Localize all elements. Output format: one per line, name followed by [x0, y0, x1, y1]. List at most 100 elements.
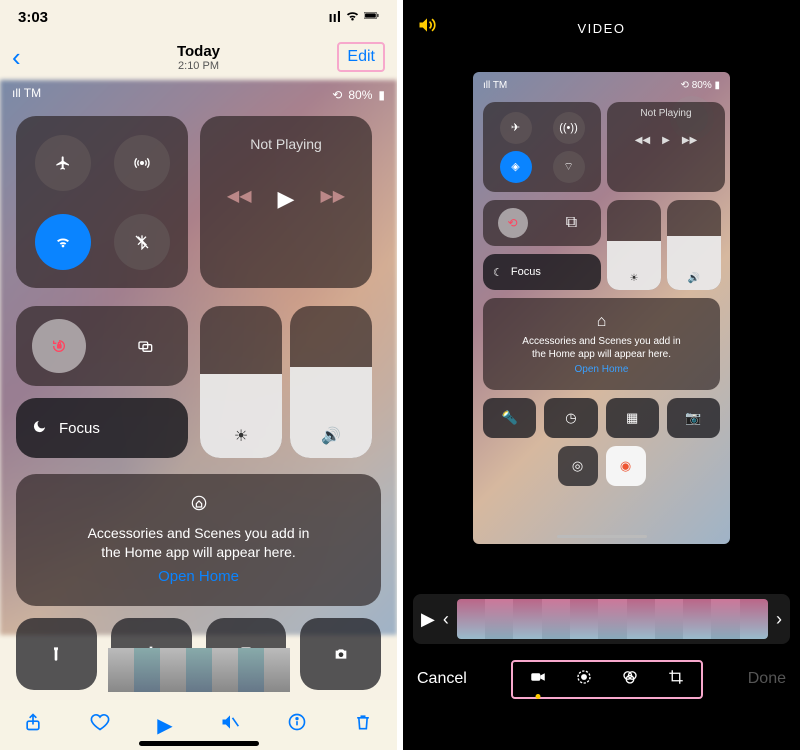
scrub-play-button[interactable]: ▶: [421, 609, 435, 630]
wifi-icon: [345, 8, 360, 27]
adjust-tab[interactable]: [575, 668, 593, 691]
video-edit-screen: VIDEO ıll TM ⟲ 80% ▮ ✈ ((•)) ◈ ⌔ Not Pla…: [403, 0, 800, 750]
video-scrubber[interactable]: ▶ ‹ ›: [413, 594, 790, 644]
mini-calculator-icon: ▦: [606, 398, 659, 438]
home-icon: [191, 495, 207, 516]
mode-label: VIDEO: [578, 21, 626, 36]
airplane-mode-toggle[interactable]: [35, 135, 91, 191]
edit-mode-tabs: [511, 660, 703, 699]
mini-utility-row-2: ◎ ◉: [483, 446, 720, 486]
connectivity-tile: [16, 116, 188, 288]
thumbnail[interactable]: [134, 648, 160, 692]
status-bar: 3:03 ııl: [0, 0, 397, 34]
moon-icon: [32, 419, 47, 438]
mini-cc-status: ıll TM ⟲ 80% ▮: [473, 80, 730, 91]
home-text-2: the Home app will appear here.: [101, 543, 296, 562]
cellular-data-toggle[interactable]: [114, 135, 170, 191]
speaker-icon: 🔊: [321, 426, 341, 446]
focus-button[interactable]: Focus: [16, 398, 188, 458]
edit-video-preview[interactable]: ıll TM ⟲ 80% ▮ ✈ ((•)) ◈ ⌔ Not Playing ◀…: [473, 72, 730, 544]
trim-handle-left[interactable]: ‹: [443, 609, 449, 630]
play-icon[interactable]: ▶: [278, 186, 295, 212]
battery-icon: [364, 8, 379, 27]
filters-tab[interactable]: [621, 668, 639, 691]
wifi-toggle[interactable]: [35, 214, 91, 270]
thumbnail[interactable]: [264, 648, 290, 692]
mini-timer-icon: ◷: [544, 398, 597, 438]
trim-handle-right[interactable]: ›: [776, 609, 782, 630]
audio-toggle-button[interactable]: [417, 15, 437, 41]
info-button[interactable]: [287, 712, 307, 738]
brightness-slider[interactable]: ☀: [200, 306, 282, 458]
header-title-group: Today 2:10 PM: [177, 43, 220, 72]
mini-battery-pct: 80%: [692, 80, 712, 91]
status-indicators: ııl: [328, 8, 379, 27]
video-preview[interactable]: ıll TM ⟲ 80% ▮ Not Playing ◀◀ ▶ ▶▶: [0, 80, 397, 635]
mini-home-indicator: [557, 535, 647, 538]
mini-focus-label: Focus: [511, 266, 541, 278]
cancel-button[interactable]: Cancel: [417, 670, 467, 688]
mini-media-tile: Not Playing ◀◀▶▶▶: [607, 102, 725, 192]
crop-tab[interactable]: [667, 668, 685, 691]
mini-utility-row: 🔦 ◷ ▦ 📷: [483, 398, 720, 438]
mini-focus-tile: ☾ Focus: [483, 254, 601, 290]
thumbnail[interactable]: [108, 648, 134, 692]
mini-open-home: Open Home: [575, 364, 629, 375]
forward-icon[interactable]: ▶▶: [320, 186, 345, 212]
mini-speaker-icon: 🔊: [688, 273, 700, 284]
cc-battery-icon: ▮: [378, 88, 385, 102]
mini-brightness-slider: ☀: [607, 200, 661, 290]
lock-mirror-tile: [16, 306, 188, 386]
mini-sun-icon: ☀: [630, 273, 639, 284]
rewind-icon[interactable]: ◀◀: [227, 186, 252, 212]
orientation-lock-button[interactable]: [32, 319, 86, 373]
thumbnail[interactable]: [212, 648, 238, 692]
mini-volume-slider: 🔊: [667, 200, 721, 290]
trash-button[interactable]: [353, 712, 373, 738]
screen-mirroring-button[interactable]: [102, 306, 188, 386]
media-tile[interactable]: Not Playing ◀◀ ▶ ▶▶: [200, 116, 372, 288]
home-indicator[interactable]: [139, 741, 259, 746]
thumbnail[interactable]: [238, 648, 264, 692]
cc-carrier: TM: [24, 86, 41, 100]
mini-now-playing: Not Playing: [613, 108, 719, 119]
play-button[interactable]: ▶: [157, 713, 172, 738]
video-tab[interactable]: [529, 668, 547, 691]
edit-header: VIDEO: [403, 0, 800, 56]
lock-rotation-icon: ⟲: [332, 88, 342, 102]
photos-app-screen: 3:03 ııl ‹ Today 2:10 PM Edit ıll TM ⟲ 8…: [0, 0, 403, 750]
volume-slider[interactable]: 🔊: [290, 306, 372, 458]
status-time: 3:03: [18, 9, 48, 26]
mini-bluetooth-icon: ⌔: [553, 151, 585, 183]
thumbnail[interactable]: [160, 648, 186, 692]
thumbnail[interactable]: [186, 648, 212, 692]
focus-label: Focus: [59, 420, 100, 437]
home-tile[interactable]: Accessories and Scenes you add in the Ho…: [16, 474, 381, 606]
mini-orientation-lock-icon: ⟲: [498, 208, 528, 238]
mini-moon-icon: ☾: [493, 266, 503, 279]
mini-forward-icon: ▶▶: [682, 135, 697, 146]
mini-home-icon: ⌂: [597, 313, 607, 331]
home-text-1: Accessories and Scenes you add in: [88, 524, 310, 543]
cc-signal-icon: ıll: [12, 86, 24, 100]
header-title: Today: [177, 43, 220, 60]
bluetooth-toggle[interactable]: [114, 214, 170, 270]
mini-lock-icon: ⟲: [681, 80, 692, 91]
thumbnail-strip[interactable]: [0, 648, 397, 692]
mini-home-text-2: the Home app will appear here.: [532, 348, 671, 361]
favorite-button[interactable]: [90, 712, 110, 738]
share-button[interactable]: [23, 712, 43, 738]
mini-play-icon: ▶: [662, 135, 670, 146]
mini-rewind-icon: ◀◀: [635, 135, 650, 146]
edit-button[interactable]: Edit: [337, 42, 385, 72]
open-home-link[interactable]: Open Home: [158, 568, 239, 585]
mute-button[interactable]: [220, 712, 240, 738]
mini-cellular-icon: ((•)): [553, 112, 585, 144]
done-button[interactable]: Done: [748, 670, 786, 688]
mini-camera-icon: 📷: [667, 398, 720, 438]
back-button[interactable]: ‹: [12, 42, 21, 73]
sun-icon: ☀: [234, 426, 248, 446]
mini-flashlight-icon: 🔦: [483, 398, 536, 438]
cellular-icon: ııl: [328, 9, 341, 26]
filmstrip[interactable]: [457, 599, 768, 639]
